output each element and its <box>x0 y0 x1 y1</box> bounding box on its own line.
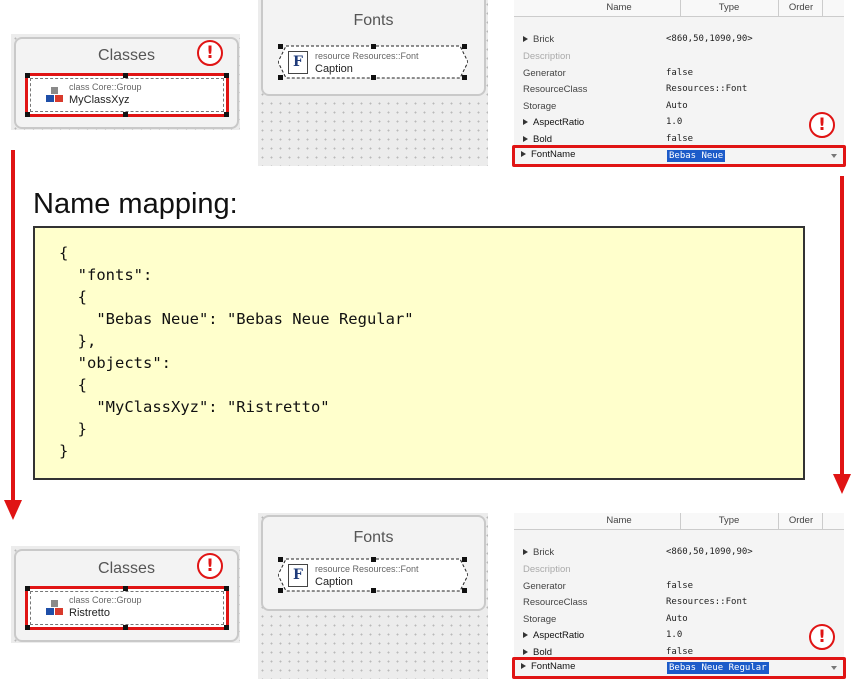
triangle-right-icon <box>521 663 526 669</box>
fonts-panel-title: Fonts <box>353 529 394 546</box>
mapping-json-box: { "fonts": { "Bebas Neue": "Bebas Neue R… <box>33 226 805 480</box>
exclamation-circle-icon: ! <box>197 553 223 579</box>
grid-row-generator[interactable]: Generator false <box>514 66 844 82</box>
triangle-right-icon <box>523 649 528 655</box>
triangle-right-icon <box>523 549 528 555</box>
json-line: "MyClassXyz": "Ristretto" <box>59 398 330 416</box>
class-group-icon <box>46 600 63 615</box>
col-name: Name <box>606 2 632 13</box>
font-resource-icon: F <box>288 51 308 74</box>
class-item-kind: class Core::Group <box>69 595 142 605</box>
json-line: { <box>59 376 87 394</box>
class-item-selected[interactable]: class Core::Group MyClassXyz <box>25 73 229 117</box>
triangle-right-icon <box>523 136 528 142</box>
font-item[interactable]: F resource Resources::Font Caption <box>278 44 468 80</box>
font-item-name: Caption <box>315 576 353 588</box>
json-line: { <box>59 244 69 262</box>
triangle-right-icon <box>523 36 528 42</box>
json-line: }, <box>59 332 97 350</box>
font-item-name: Caption <box>315 63 353 75</box>
fontname-value[interactable]: Bebas Neue Regular <box>667 662 769 674</box>
triangle-right-icon <box>521 151 526 157</box>
font-item[interactable]: F resource Resources::Font Caption <box>278 557 468 593</box>
class-item-selected[interactable]: class Core::Group Ristretto <box>25 586 229 630</box>
col-name: Name <box>606 515 632 526</box>
triangle-right-icon <box>523 632 528 638</box>
grid-row-storage[interactable]: Storage Auto <box>514 612 844 628</box>
left-flow-arrow <box>11 150 15 502</box>
exclamation-circle-icon: ! <box>809 624 835 650</box>
grid-row-fontname-highlight[interactable]: FontName Bebas Neue Regular <box>512 657 846 679</box>
grid-row-brick[interactable]: Brick <860,50,1090,90> <box>514 32 844 48</box>
chevron-down-icon[interactable] <box>831 666 837 670</box>
right-flow-arrowhead <box>833 474 851 494</box>
grid-row-brick[interactable]: Brick <860,50,1090,90> <box>514 545 844 561</box>
right-flow-arrow <box>840 176 844 476</box>
col-order: Order <box>788 2 814 13</box>
grid-header: Name Type Order <box>514 513 844 530</box>
col-type: Type <box>718 515 740 526</box>
chevron-down-icon[interactable] <box>831 154 837 158</box>
fonts-panel-title: Fonts <box>353 12 394 29</box>
grid-row-fontname-highlight[interactable]: FontName Bebas Neue <box>512 145 846 167</box>
left-flow-arrowhead <box>4 500 22 520</box>
font-resource-icon: F <box>288 564 308 587</box>
property-grid-bottom: Name Type Order Brick <860,50,1090,90> D… <box>514 513 844 679</box>
col-order: Order <box>788 515 814 526</box>
col-type: Type <box>718 2 740 13</box>
grid-header: Name Type Order <box>514 0 844 17</box>
property-grid-top: Name Type Order Brick <860,50,1090,90> D… <box>514 0 844 166</box>
json-line: } <box>59 420 87 438</box>
mapping-heading: Name mapping: <box>33 188 238 220</box>
json-line: } <box>59 442 69 460</box>
grid-row-aspectratio[interactable]: AspectRatio 1.0 <box>514 628 844 644</box>
grid-row-generator[interactable]: Generator false <box>514 579 844 595</box>
class-item-name: MyClassXyz <box>69 94 130 106</box>
grid-row-resourceclass[interactable]: ResourceClass Resources::Font <box>514 82 844 98</box>
class-group-icon <box>46 87 63 102</box>
json-line: { <box>59 288 87 306</box>
class-item-name: Ristretto <box>69 607 110 619</box>
json-line: "fonts": <box>59 266 153 284</box>
exclamation-circle-icon: ! <box>809 112 835 138</box>
font-item-kind: resource Resources::Font <box>315 51 419 61</box>
exclamation-circle-icon: ! <box>197 40 223 66</box>
font-item-kind: resource Resources::Font <box>315 564 419 574</box>
class-item-kind: class Core::Group <box>69 82 142 92</box>
grid-row-description[interactable]: Description <box>514 562 844 578</box>
triangle-right-icon <box>523 119 528 125</box>
grid-row-aspectratio[interactable]: AspectRatio 1.0 <box>514 115 844 131</box>
grid-row-resourceclass[interactable]: ResourceClass Resources::Font <box>514 595 844 611</box>
grid-row-storage[interactable]: Storage Auto <box>514 99 844 115</box>
grid-row-description[interactable]: Description <box>514 49 844 65</box>
json-line: "objects": <box>59 354 171 372</box>
fontname-value[interactable]: Bebas Neue <box>667 150 726 162</box>
json-line: "Bebas Neue": "Bebas Neue Regular" <box>59 310 414 328</box>
